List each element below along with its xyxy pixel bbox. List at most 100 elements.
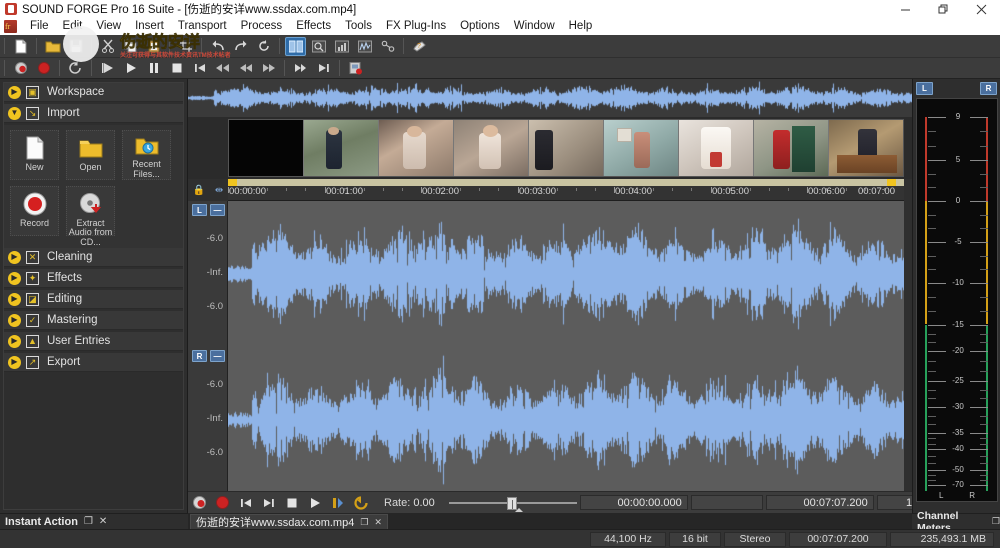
video-thumbnail[interactable] (229, 120, 304, 176)
next-marker-icon[interactable] (313, 59, 334, 78)
undo-icon[interactable] (207, 37, 228, 56)
video-thumbnail[interactable] (679, 120, 754, 176)
minimize-icon[interactable] (886, 0, 924, 18)
loop-region-icon[interactable] (351, 494, 370, 511)
menu-item-effects[interactable]: Effects (289, 18, 338, 35)
play-icon[interactable] (120, 59, 141, 78)
play-icon[interactable] (305, 494, 324, 511)
video-thumbnail-strip[interactable] (228, 119, 904, 177)
edit-marker-icon[interactable] (328, 494, 347, 511)
selection-length-field[interactable] (690, 495, 763, 510)
record-settings-icon[interactable] (345, 59, 366, 78)
sidebar-item-export[interactable]: ▶ ↗ Export (4, 353, 183, 372)
pause-icon[interactable] (143, 59, 164, 78)
paste-icon[interactable] (143, 37, 164, 56)
chart-icon[interactable] (331, 37, 352, 56)
sidebar-item-import[interactable]: ▼ ↘ Import (4, 104, 183, 123)
document-menu-icon[interactable] (4, 20, 17, 33)
sidebar-item-effects[interactable]: ▶ ✦ Effects (4, 269, 183, 288)
sidebar-item-mastering[interactable]: ▶ ✓ Mastering (4, 311, 183, 330)
rewind-fast-icon[interactable] (212, 59, 233, 78)
channel-collapse-right[interactable]: — (210, 350, 225, 362)
redo-icon[interactable] (230, 37, 251, 56)
new-icon[interactable] (10, 37, 31, 56)
video-thumbnail[interactable] (304, 120, 379, 176)
overview-waveform[interactable] (188, 79, 912, 117)
channel-button-left[interactable]: L (192, 204, 207, 216)
record-arm-icon[interactable] (10, 59, 31, 78)
total-length-field[interactable]: 00:07:07.200 (765, 495, 874, 510)
record-arm-icon[interactable] (190, 494, 209, 511)
import-tile-open[interactable]: Open (66, 130, 115, 180)
repeat-icon[interactable] (253, 37, 274, 56)
selection-end-marker[interactable] (887, 179, 896, 186)
sidebar-item-editing[interactable]: ▶ ◪ Editing (4, 290, 183, 309)
sidebar-item-user-entries[interactable]: ▶ ▲ User Entries (4, 332, 183, 351)
import-tile-recent-files[interactable]: Recent Files... (122, 130, 171, 180)
meter-channel-right[interactable]: R (980, 82, 997, 95)
menu-item-help[interactable]: Help (562, 18, 600, 35)
whats-this-icon[interactable]: ? (409, 37, 430, 56)
menu-item-window[interactable]: Window (507, 18, 562, 35)
rate-slider[interactable] (448, 496, 577, 512)
video-thumbnail[interactable] (604, 120, 679, 176)
split-view-icon[interactable] (285, 36, 306, 56)
menu-item-options[interactable]: Options (453, 18, 507, 35)
snap-icon[interactable]: ⇹ (215, 185, 223, 196)
channel-button-right[interactable]: R (192, 350, 207, 362)
go-to-start-icon[interactable] (189, 59, 210, 78)
menu-item-fx-plugins[interactable]: FX Plug-Ins (379, 18, 453, 35)
import-tile-record[interactable]: Record (10, 186, 59, 236)
menu-item-view[interactable]: View (89, 18, 128, 35)
menu-item-transport[interactable]: Transport (171, 18, 234, 35)
video-thumbnail[interactable] (529, 120, 604, 176)
cut-icon[interactable] (97, 37, 118, 56)
import-tile-new[interactable]: New (10, 130, 59, 180)
save-icon[interactable] (65, 37, 86, 56)
menu-item-tools[interactable]: Tools (338, 18, 379, 35)
stop-icon[interactable] (166, 59, 187, 78)
video-thumbnail[interactable] (829, 120, 903, 176)
meter-body[interactable]: 9 5 0 -5 -10 -15 -20 -25 -30 -35 -40 -50 -70 L R (916, 98, 998, 502)
go-to-end-icon[interactable] (259, 494, 278, 511)
channel-meters-tab[interactable]: Channel Meters ❐ (912, 510, 1000, 534)
record-icon[interactable] (33, 59, 54, 78)
channel-collapse-left[interactable]: — (210, 204, 225, 216)
waveform-channel-right[interactable] (228, 347, 904, 493)
meter-channel-left[interactable]: L (916, 82, 933, 95)
cursor-position-field[interactable]: 00:00:00.000 (579, 495, 688, 510)
go-to-end-icon[interactable] (290, 59, 311, 78)
video-thumbnail[interactable] (454, 120, 529, 176)
stop-icon[interactable] (282, 494, 301, 511)
crop-icon[interactable] (175, 37, 196, 56)
close-icon[interactable]: ✕ (99, 516, 107, 527)
plugin-chain-icon[interactable] (377, 37, 398, 56)
close-icon[interactable]: ✕ (374, 517, 382, 528)
forward-icon[interactable] (258, 59, 279, 78)
rewind-icon[interactable] (235, 59, 256, 78)
selection-bar[interactable] (228, 179, 904, 186)
lock-icon[interactable]: 🔒 (193, 185, 205, 196)
menu-item-edit[interactable]: Edit (56, 18, 90, 35)
copy-icon[interactable] (120, 37, 141, 56)
instant-action-tab[interactable]: Instant Action ❐ ✕ (0, 513, 188, 529)
spectrum-icon[interactable] (354, 37, 375, 56)
play-all-icon[interactable] (97, 59, 118, 78)
loop-icon[interactable] (65, 59, 86, 78)
menu-item-file[interactable]: File (23, 18, 56, 35)
open-folder-icon[interactable] (42, 37, 63, 56)
sidebar-item-cleaning[interactable]: ▶ ✕ Cleaning (4, 248, 183, 267)
float-icon[interactable]: ❐ (360, 517, 368, 528)
selection-start-marker[interactable] (228, 179, 237, 186)
import-tile-extract-audio-from-cd[interactable]: Extract Audio from CD... (66, 186, 115, 247)
menu-item-process[interactable]: Process (234, 18, 290, 35)
restore-icon[interactable] (924, 0, 962, 18)
timeline-ruler[interactable]: 00:00:00 00:01:00 00:02:00 00:03:00 00:04:00… (228, 179, 904, 201)
video-thumbnail[interactable] (754, 120, 829, 176)
menu-item-insert[interactable]: Insert (128, 18, 171, 35)
go-to-start-icon[interactable] (236, 494, 255, 511)
waveform-channel-left[interactable] (228, 201, 904, 347)
float-icon[interactable]: ❐ (992, 516, 1000, 527)
zoom-selection-icon[interactable] (308, 37, 329, 56)
document-tab[interactable]: 伤逝的安详www.ssdax.com.mp4 ❐ ✕ (190, 514, 388, 529)
